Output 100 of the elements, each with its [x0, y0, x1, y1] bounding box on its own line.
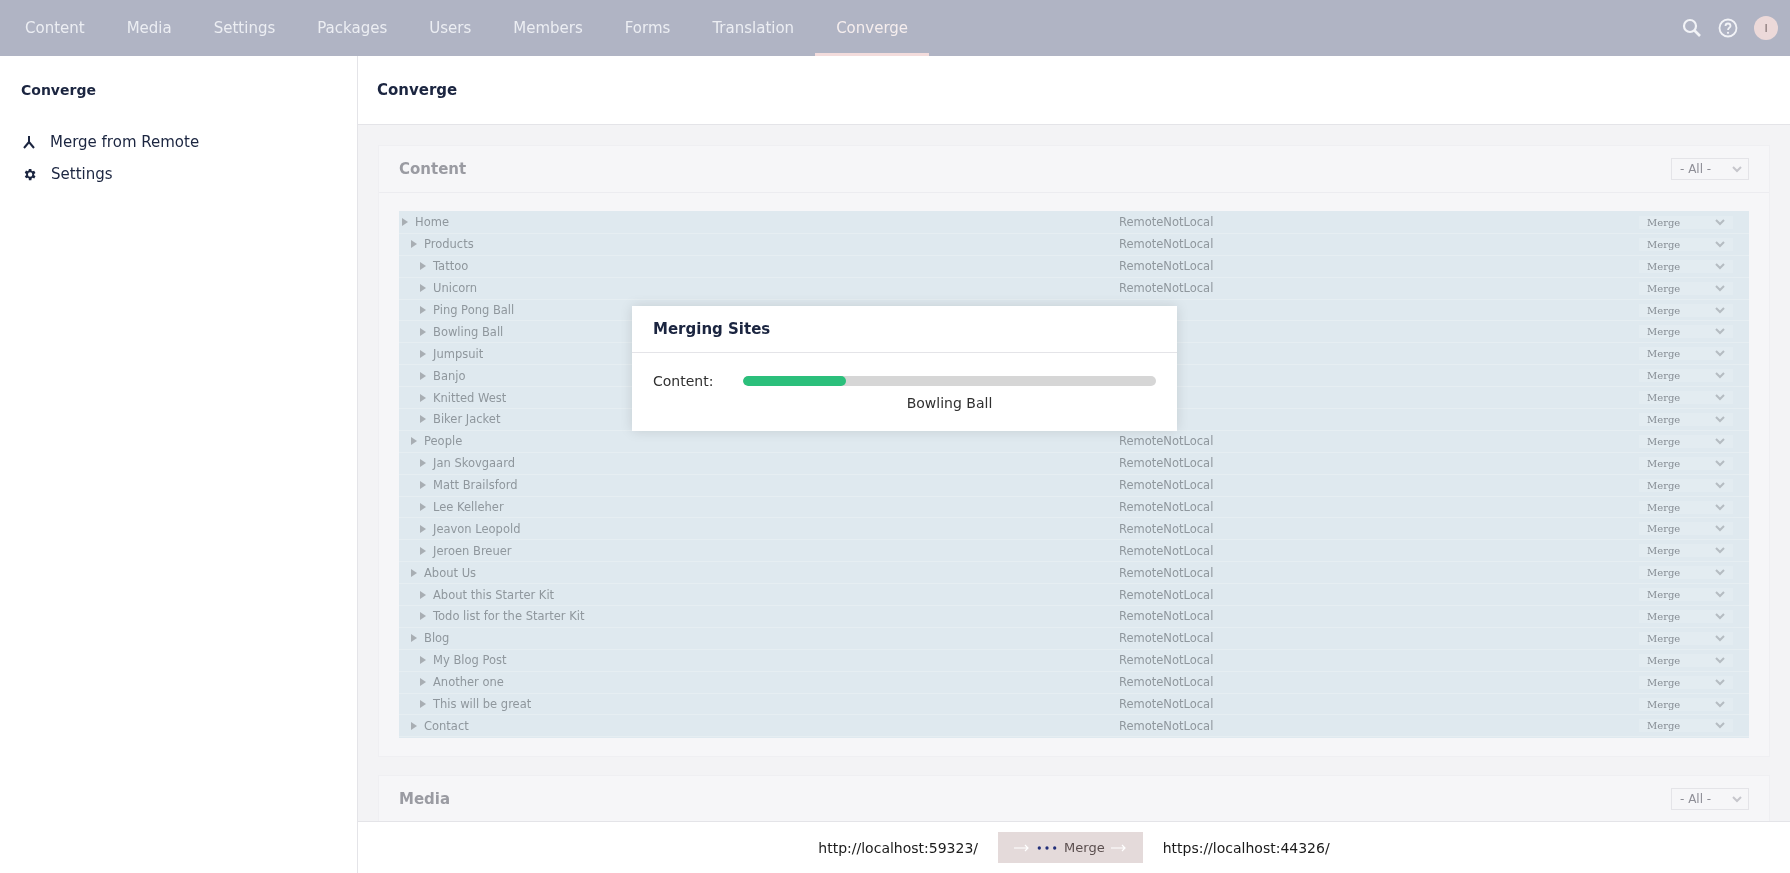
nav-tab[interactable]: Members — [492, 0, 604, 56]
action-select[interactable]: Merge — [1639, 434, 1733, 448]
nav-tab[interactable]: Translation — [691, 0, 816, 56]
chevron-down-icon — [1715, 240, 1725, 248]
action-select[interactable]: Merge — [1639, 653, 1733, 667]
nav-tab[interactable]: Users — [408, 0, 493, 56]
caret-icon[interactable] — [411, 634, 417, 643]
sidebar-item[interactable]: Settings — [0, 158, 357, 190]
tree-item-label[interactable]: Todo list for the Starter Kit — [433, 609, 585, 624]
action-select[interactable]: Merge — [1639, 237, 1733, 251]
tree-item-label[interactable]: Another one — [433, 675, 504, 690]
action-select[interactable]: Merge — [1639, 566, 1733, 580]
action-select[interactable]: Merge — [1639, 347, 1733, 361]
caret-icon[interactable] — [420, 656, 426, 665]
nav-tab[interactable]: Packages — [296, 0, 409, 56]
tree-item-label[interactable]: Blog — [424, 631, 450, 646]
caret-icon[interactable] — [420, 306, 426, 314]
tree-item-label[interactable]: Bowling Ball — [433, 324, 504, 339]
tree-item-label[interactable]: My Blog Post — [433, 653, 507, 668]
tree-item-label[interactable]: Contact — [424, 718, 469, 733]
help-icon[interactable] — [1718, 18, 1738, 38]
action-select[interactable]: Merge — [1639, 325, 1733, 339]
chevron-down-icon — [1715, 700, 1725, 708]
merge-button[interactable]: Merge — [998, 832, 1143, 863]
tree-item-label[interactable]: Matt Brailsford — [433, 478, 518, 493]
action-select[interactable]: Merge — [1639, 259, 1733, 273]
status-text: RemoteNotLocal — [1119, 237, 1215, 252]
chevron-down-icon — [1715, 394, 1725, 402]
action-select[interactable]: Merge — [1639, 544, 1733, 558]
caret-icon[interactable] — [420, 481, 426, 490]
action-select[interactable]: Merge — [1639, 675, 1733, 689]
tree-item-label[interactable]: Home — [415, 215, 449, 230]
tree-item-label[interactable]: About this Starter Kit — [433, 587, 555, 602]
action-select[interactable]: Merge — [1639, 303, 1733, 317]
action-select[interactable]: Merge — [1639, 478, 1733, 492]
tree-item-label[interactable]: Jeavon Leopold — [433, 521, 521, 536]
caret-icon[interactable] — [420, 415, 426, 424]
action-select[interactable]: Merge — [1639, 522, 1733, 536]
user-avatar[interactable]: I — [1754, 16, 1778, 40]
caret-icon[interactable] — [402, 218, 408, 227]
caret-icon[interactable] — [420, 612, 426, 621]
caret-icon[interactable] — [411, 437, 417, 446]
filter-select[interactable]: - All - — [1671, 788, 1749, 811]
tree-item-label[interactable]: Lee Kelleher — [433, 500, 504, 514]
caret-icon[interactable] — [420, 262, 426, 271]
caret-icon[interactable] — [411, 721, 417, 730]
caret-icon[interactable] — [420, 590, 426, 599]
action-select[interactable]: Merge — [1639, 631, 1733, 645]
action-select[interactable]: Merge — [1639, 369, 1733, 383]
action-select[interactable]: Merge — [1639, 456, 1733, 470]
status-text: RemoteNotLocal — [1119, 675, 1215, 690]
action-select[interactable]: Merge — [1639, 412, 1733, 426]
action-select[interactable]: Merge — [1639, 719, 1733, 733]
nav-tab[interactable]: Forms — [603, 0, 692, 56]
caret-icon[interactable] — [411, 240, 417, 249]
search-icon[interactable] — [1682, 18, 1702, 38]
tree-item-label[interactable]: Banjo — [433, 368, 466, 383]
tree-item-label[interactable]: Ping Pong Ball — [433, 303, 515, 317]
filter-select[interactable]: - All - — [1671, 158, 1749, 180]
status-text: RemoteNotLocal — [1119, 609, 1215, 624]
tree-item-label[interactable]: Products — [424, 237, 474, 252]
caret-icon[interactable] — [420, 524, 426, 533]
tree-item-label[interactable]: Tattoo — [433, 259, 469, 274]
progress-item-text: Bowling Ball — [905, 395, 994, 411]
dialog-title: Merging Sites — [632, 306, 1177, 353]
tree-item-label[interactable]: People — [424, 434, 463, 449]
action-select[interactable]: Merge — [1639, 697, 1733, 711]
action-select[interactable]: Merge — [1639, 391, 1733, 405]
action-select[interactable]: Merge — [1639, 215, 1733, 229]
tree-item-label[interactable]: This will be great — [433, 697, 532, 712]
nav-tab[interactable]: Media — [105, 0, 193, 56]
caret-icon[interactable] — [420, 393, 426, 402]
tree-item-label[interactable]: Knitted West — [433, 390, 507, 405]
tree-item-label[interactable]: Jeroen Breuer — [433, 543, 512, 558]
caret-icon[interactable] — [420, 503, 426, 511]
tree-item-label[interactable]: Biker Jacket — [433, 412, 501, 427]
tree-item-label[interactable]: Jumpsuit — [433, 346, 484, 361]
action-select[interactable]: Merge — [1639, 500, 1733, 514]
chevron-down-icon — [1715, 284, 1725, 292]
tree-item-label[interactable]: Jan Skovgaard — [433, 456, 515, 471]
chevron-down-icon — [1715, 218, 1725, 226]
chevron-down-icon — [1715, 372, 1725, 380]
caret-icon[interactable] — [420, 546, 426, 555]
caret-icon[interactable] — [420, 349, 426, 358]
nav-tab[interactable]: Content — [4, 0, 106, 56]
caret-icon[interactable] — [420, 700, 426, 709]
action-select[interactable]: Merge — [1639, 281, 1733, 295]
caret-icon[interactable] — [420, 678, 426, 687]
caret-icon[interactable] — [420, 459, 426, 468]
caret-icon[interactable] — [420, 284, 426, 293]
tree-item-label[interactable]: About Us — [424, 565, 477, 580]
chevron-down-icon — [1732, 165, 1742, 173]
nav-tab[interactable]: Settings — [192, 0, 297, 56]
sidebar-item[interactable]: Merge from Remote — [0, 126, 357, 158]
action-select[interactable]: Merge — [1639, 588, 1733, 602]
caret-icon[interactable] — [420, 371, 426, 380]
action-select[interactable]: Merge — [1639, 609, 1733, 623]
caret-icon[interactable] — [411, 568, 417, 577]
tree-item-label[interactable]: Unicorn — [433, 281, 478, 296]
caret-icon[interactable] — [420, 327, 426, 336]
